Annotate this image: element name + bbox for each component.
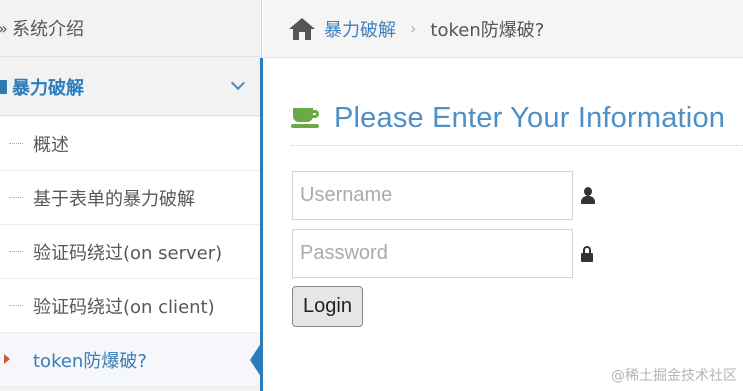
sidebar-item-label: 验证码绕过(on server): [33, 242, 223, 264]
tree-connector: [9, 197, 23, 198]
watermark: @稀土掘金技术社区: [611, 368, 737, 384]
sidebar-item-label: 验证码绕过(on client): [33, 296, 215, 318]
sidebar-item-label: 基于表单的暴力破解: [33, 188, 195, 210]
breadcrumb: 暴力破解 › token防爆破?: [263, 0, 743, 58]
sidebar-item-overview[interactable]: 概述: [0, 117, 261, 171]
user-icon: [580, 186, 596, 205]
breadcrumb-link-parent[interactable]: 暴力破解: [324, 16, 396, 42]
username-input[interactable]: [292, 171, 573, 220]
sidebar-item-captcha-client[interactable]: 验证码绕过(on client): [0, 279, 261, 333]
home-icon[interactable]: [289, 17, 315, 40]
sidebar-submenu: 概述 基于表单的暴力破解 验证码绕过(on server) 验证码绕过(on c…: [0, 117, 263, 387]
coffee-cup-icon: [291, 106, 323, 132]
breadcrumb-current: token防爆破?: [430, 19, 545, 41]
lock-icon: [580, 245, 594, 263]
login-button[interactable]: Login: [292, 286, 363, 327]
sidebar-item-token[interactable]: token防爆破?: [0, 333, 263, 387]
double-chevron-icon: »: [0, 19, 10, 38]
password-row: [292, 229, 594, 278]
password-input[interactable]: [292, 229, 573, 278]
sidebar-item-label: token防爆破?: [33, 350, 147, 372]
caret-right-icon: [4, 354, 10, 364]
tree-connector: [9, 251, 23, 252]
page-title: Please Enter Your Information: [334, 102, 726, 134]
sidebar: » 系统介绍 暴力破解 概述 基于表单的暴力破解 验证码绕过(on server…: [0, 0, 263, 391]
chevron-down-icon[interactable]: [230, 75, 246, 91]
sidebar-rail: [260, 58, 263, 391]
sidebar-item-captcha-server[interactable]: 验证码绕过(on server): [0, 225, 261, 279]
sidebar-group-bruteforce[interactable]: 暴力破解: [0, 58, 261, 116]
sidebar-item-system-intro[interactable]: » 系统介绍: [0, 0, 261, 57]
sidebar-item-label: 系统介绍: [12, 19, 84, 40]
tree-connector: [9, 143, 23, 144]
sidebar-item-form-bruteforce[interactable]: 基于表单的暴力破解: [0, 171, 261, 225]
tree-connector: [9, 305, 23, 306]
sidebar-group-label: 暴力破解: [12, 77, 84, 99]
lock-icon: [0, 79, 7, 94]
page-header: Please Enter Your Information: [291, 100, 743, 146]
breadcrumb-separator-icon: ›: [410, 19, 417, 38]
username-row: [292, 171, 596, 220]
sidebar-item-label: 概述: [33, 134, 69, 156]
